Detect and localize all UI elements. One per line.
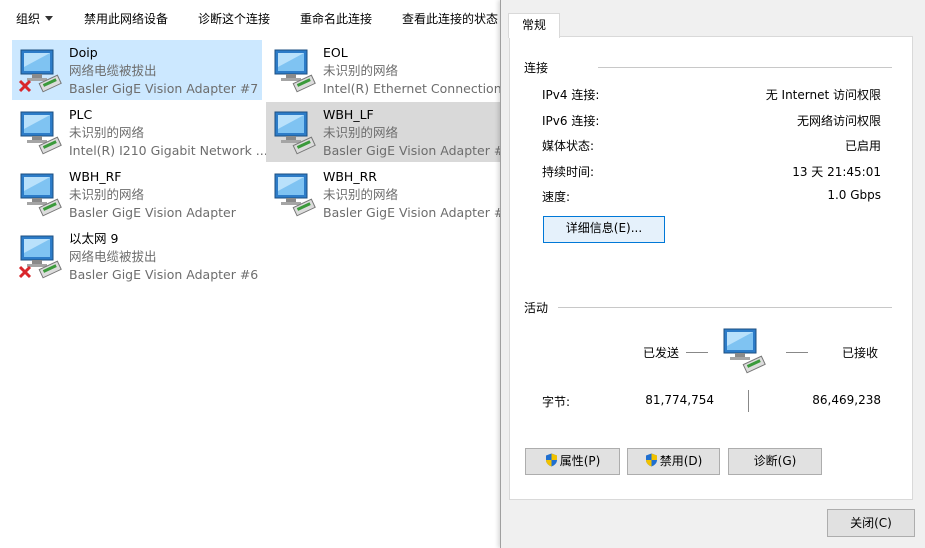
status-row-value: 无 Internet 访问权限	[765, 88, 881, 102]
status-row-value: 无网络访问权限	[796, 113, 881, 128]
organize-menu[interactable]: 组织	[16, 10, 54, 27]
status-row-label: 持续时间:	[542, 164, 595, 179]
chevron-down-icon	[45, 16, 54, 21]
connection-tile[interactable]: WBH_RR 未识别的网络 Basler GigE Vision Adapter…	[266, 164, 516, 224]
connection-tile[interactable]: Doip 网络电缆被拔出 Basler GigE Vision Adapter …	[12, 40, 262, 100]
connection-adapter: Intel(R) I210 Gigabit Network ...	[69, 143, 268, 158]
connection-name: Doip	[69, 45, 98, 60]
view-status-button[interactable]: 查看此连接的状态	[402, 10, 498, 27]
connection-adapter: Basler GigE Vision Adapter #7	[69, 81, 259, 96]
connection-adapter: Basler GigE Vision Adapter #8	[323, 143, 513, 158]
connection-name: EOL	[323, 45, 348, 60]
network-adapter-icon	[272, 46, 318, 94]
connection-name: PLC	[69, 107, 93, 122]
connection-status: 网络电缆被拔出	[69, 249, 157, 264]
disable-button[interactable]: 禁用(D)	[627, 448, 720, 475]
connection-name: 以太网 9	[69, 231, 119, 246]
bytes-sent-value: 81,774,754	[645, 393, 714, 407]
disconnected-x-icon	[18, 79, 32, 93]
disable-device-button[interactable]: 禁用此网络设备	[84, 10, 168, 27]
connection-adapter: Intel(R) Ethernet Connection (1	[323, 81, 519, 96]
status-row-value: 1.0 Gbps	[827, 188, 881, 202]
diagnose-button[interactable]: 诊断(G)	[728, 448, 822, 475]
connection-adapter: Basler GigE Vision Adapter #3	[323, 205, 513, 220]
connection-adapter: Basler GigE Vision Adapter #6	[69, 267, 259, 282]
network-adapter-icon	[18, 108, 64, 156]
rename-connection-button[interactable]: 重命名此连接	[300, 10, 372, 27]
status-row-value: 已启用	[844, 139, 881, 153]
connection-group-title: 连接	[524, 59, 555, 76]
network-adapter-icon	[272, 108, 318, 156]
received-dash	[786, 352, 808, 353]
close-button[interactable]: 关闭(C)	[827, 509, 915, 537]
connection-tile[interactable]: WBH_LF 未识别的网络 Basler GigE Vision Adapter…	[266, 102, 516, 162]
details-button[interactable]: 详细信息(E)...	[543, 216, 665, 243]
properties-button[interactable]: 属性(P)	[525, 448, 620, 475]
network-adapter-icon	[18, 232, 64, 280]
received-label: 已接收	[842, 346, 879, 360]
diagnose-connection-button[interactable]: 诊断这个连接	[198, 10, 270, 27]
connection-adapter: Basler GigE Vision Adapter	[69, 205, 236, 220]
activity-group-title: 活动	[524, 299, 555, 316]
connection-tile[interactable]: EOL 未识别的网络 Intel(R) Ethernet Connection …	[266, 40, 518, 100]
connection-tile[interactable]: WBH_RF 未识别的网络 Basler GigE Vision Adapter	[12, 164, 262, 224]
connection-status: 未识别的网络	[323, 125, 399, 140]
properties-button-label: 属性(P)	[559, 454, 601, 468]
bytes-received-value: 86,469,238	[812, 393, 881, 407]
connection-tile[interactable]: PLC 未识别的网络 Intel(R) I210 Gigabit Network…	[12, 102, 268, 162]
activity-group-divider	[558, 307, 892, 308]
connection-status: 未识别的网络	[69, 125, 145, 140]
connection-group-divider	[598, 67, 892, 68]
organize-label: 组织	[16, 12, 41, 26]
connection-status: 网络电缆被拔出	[69, 63, 157, 78]
status-row-value: 13 天 21:45:01	[792, 164, 881, 179]
bytes-divider	[748, 390, 749, 412]
disconnected-x-icon	[18, 265, 32, 279]
uac-shield-icon	[645, 453, 657, 467]
status-row-label: IPv4 连接:	[542, 88, 600, 102]
disable-button-label: 禁用(D)	[659, 454, 703, 468]
status-row-label: 速度:	[542, 190, 571, 204]
connection-name: WBH_RR	[323, 169, 377, 184]
connection-status: 未识别的网络	[69, 187, 145, 202]
network-adapter-icon	[272, 170, 318, 218]
connection-tile[interactable]: 以太网 9 网络电缆被拔出 Basler GigE Vision Adapter…	[12, 226, 262, 286]
connection-status: 未识别的网络	[323, 63, 399, 78]
connection-name: WBH_RF	[69, 169, 122, 184]
network-adapter-icon	[18, 170, 64, 218]
tab-general[interactable]: 常规	[508, 13, 560, 38]
general-panel	[509, 36, 913, 500]
network-adapter-icon	[18, 46, 64, 94]
bytes-label: 字节:	[542, 395, 571, 409]
network-activity-icon	[722, 326, 770, 374]
status-row-label: IPv6 连接:	[542, 113, 600, 128]
sent-dash	[686, 352, 708, 353]
sent-label: 已发送	[643, 346, 680, 360]
connection-status: 未识别的网络	[323, 187, 399, 202]
connection-name: WBH_LF	[323, 107, 374, 122]
uac-shield-icon	[545, 453, 557, 467]
status-row-label: 媒体状态:	[542, 139, 595, 153]
